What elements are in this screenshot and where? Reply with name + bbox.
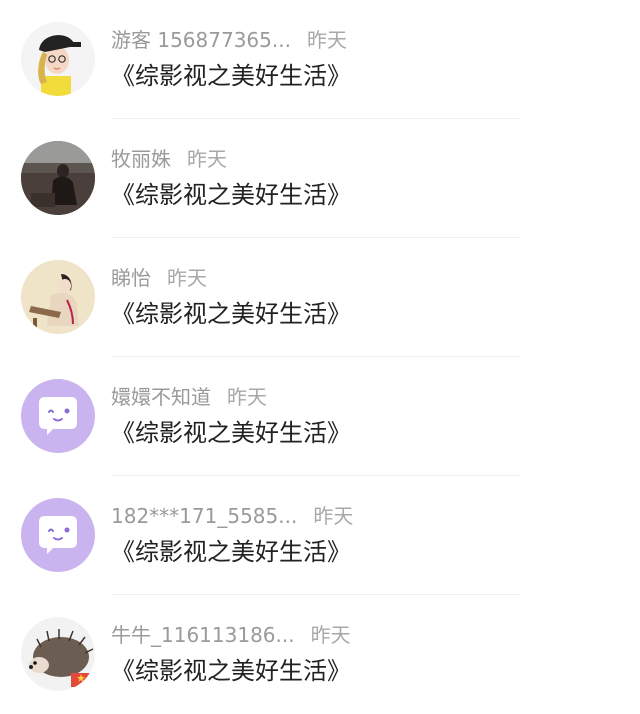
timestamp: 昨天 (306, 28, 347, 52)
comment-meta: 嬛嬛不知道 昨天 (111, 383, 267, 411)
timestamp: 昨天 (227, 385, 267, 409)
comment-text: 《综影视之美好生活》 (111, 538, 351, 566)
cartoon-girl-avatar-icon (21, 22, 95, 96)
username[interactable]: 睇怡 (111, 266, 151, 290)
comment-meta: 牛牛_116113186... 昨天 (111, 621, 351, 649)
timestamp: 昨天 (310, 623, 351, 647)
comment-meta: 182***171_5585... 昨天 (111, 502, 353, 530)
comment-item[interactable]: 睇怡 昨天 《综影视之美好生活》 (0, 238, 640, 357)
timestamp: 昨天 (167, 266, 207, 290)
comment-meta: 牧丽姝 昨天 (111, 145, 227, 173)
username[interactable]: 牧丽姝 (111, 147, 171, 171)
username[interactable]: 游客 156877365... (111, 28, 291, 52)
chat-bubble-icon (21, 379, 95, 453)
chat-bubble-icon (21, 498, 95, 572)
avatar[interactable] (21, 617, 95, 691)
comment-item[interactable]: 嬛嬛不知道 昨天 《综影视之美好生活》 (0, 357, 640, 476)
painting-avatar-icon (21, 260, 95, 334)
comment-item[interactable]: 牛牛_116113186... 昨天 《综影视之美好生活》 (0, 595, 640, 714)
timestamp: 昨天 (313, 504, 354, 528)
avatar[interactable] (21, 260, 95, 334)
username[interactable]: 嬛嬛不知道 (111, 385, 211, 409)
comment-meta: 游客 156877365... 昨天 (111, 26, 347, 54)
avatar[interactable] (21, 498, 95, 572)
comment-list: 游客 156877365... 昨天 《综影视之美好生活》 牧丽姝 昨天 《综影视之… (0, 0, 640, 704)
avatar[interactable] (21, 22, 95, 96)
photo-avatar-icon (21, 141, 95, 215)
avatar[interactable] (21, 141, 95, 215)
timestamp: 昨天 (187, 147, 227, 171)
username[interactable]: 182***171_5585... (111, 504, 297, 528)
comment-text: 《综影视之美好生活》 (111, 300, 351, 328)
comment-item[interactable]: 牧丽姝 昨天 《综影视之美好生活》 (0, 119, 640, 238)
comment-item[interactable]: 182***171_5585... 昨天 《综影视之美好生活》 (0, 476, 640, 595)
comment-text: 《综影视之美好生活》 (111, 657, 351, 685)
comment-text: 《综影视之美好生活》 (111, 419, 351, 447)
avatar[interactable] (21, 379, 95, 453)
comment-item[interactable]: 游客 156877365... 昨天 《综影视之美好生活》 (0, 0, 640, 119)
username[interactable]: 牛牛_116113186... (111, 623, 295, 647)
hedgehog-icon (21, 617, 95, 691)
comment-text: 《综影视之美好生活》 (111, 181, 351, 209)
comment-meta: 睇怡 昨天 (111, 264, 207, 292)
comment-text: 《综影视之美好生活》 (111, 62, 351, 90)
